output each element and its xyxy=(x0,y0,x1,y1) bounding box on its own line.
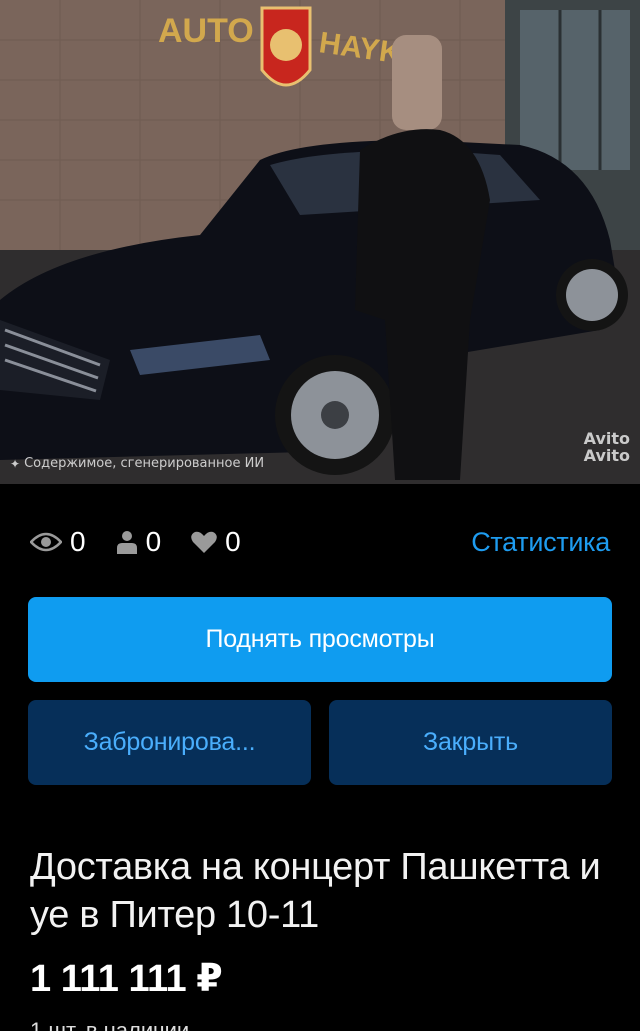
car-photo-illustration: AUTO HAYK xyxy=(0,0,640,484)
views-count: 0 xyxy=(70,526,86,557)
eye-icon xyxy=(30,532,62,552)
boost-views-button[interactable]: Поднять просмотры xyxy=(28,597,612,682)
listing-price: 1 111 111 ₽ xyxy=(30,958,223,1000)
stock-status: 1 шт. в наличии xyxy=(30,1018,190,1031)
logo-text-left: AUTO xyxy=(158,12,254,50)
favorites-stat: 0 xyxy=(191,526,241,558)
person-icon xyxy=(116,531,137,554)
reserve-button[interactable]: Забронирова... xyxy=(28,700,311,785)
heart-icon xyxy=(191,531,217,553)
statistics-link[interactable]: Статистика xyxy=(471,527,610,558)
sparkle-icon: ✦ xyxy=(10,456,21,471)
contacts-count: 0 xyxy=(145,526,162,557)
listing-photo[interactable]: AUTO HAYK ✦ Содержимое, сгенерированное … xyxy=(0,0,640,484)
close-listing-button[interactable]: Закрыть xyxy=(329,700,612,785)
contacts-stat: 0 xyxy=(116,526,162,558)
ai-generated-caption: ✦ Содержимое, сгенерированное ИИ xyxy=(10,456,265,471)
views-stat: 0 xyxy=(30,526,86,558)
avito-watermark: Avito Avito xyxy=(583,429,630,465)
stats-row: 0 0 0 Статистика xyxy=(30,522,610,562)
listing-title: Доставка на концерт Пашкетта и уе в Пите… xyxy=(30,846,601,936)
favorites-count: 0 xyxy=(225,526,241,557)
